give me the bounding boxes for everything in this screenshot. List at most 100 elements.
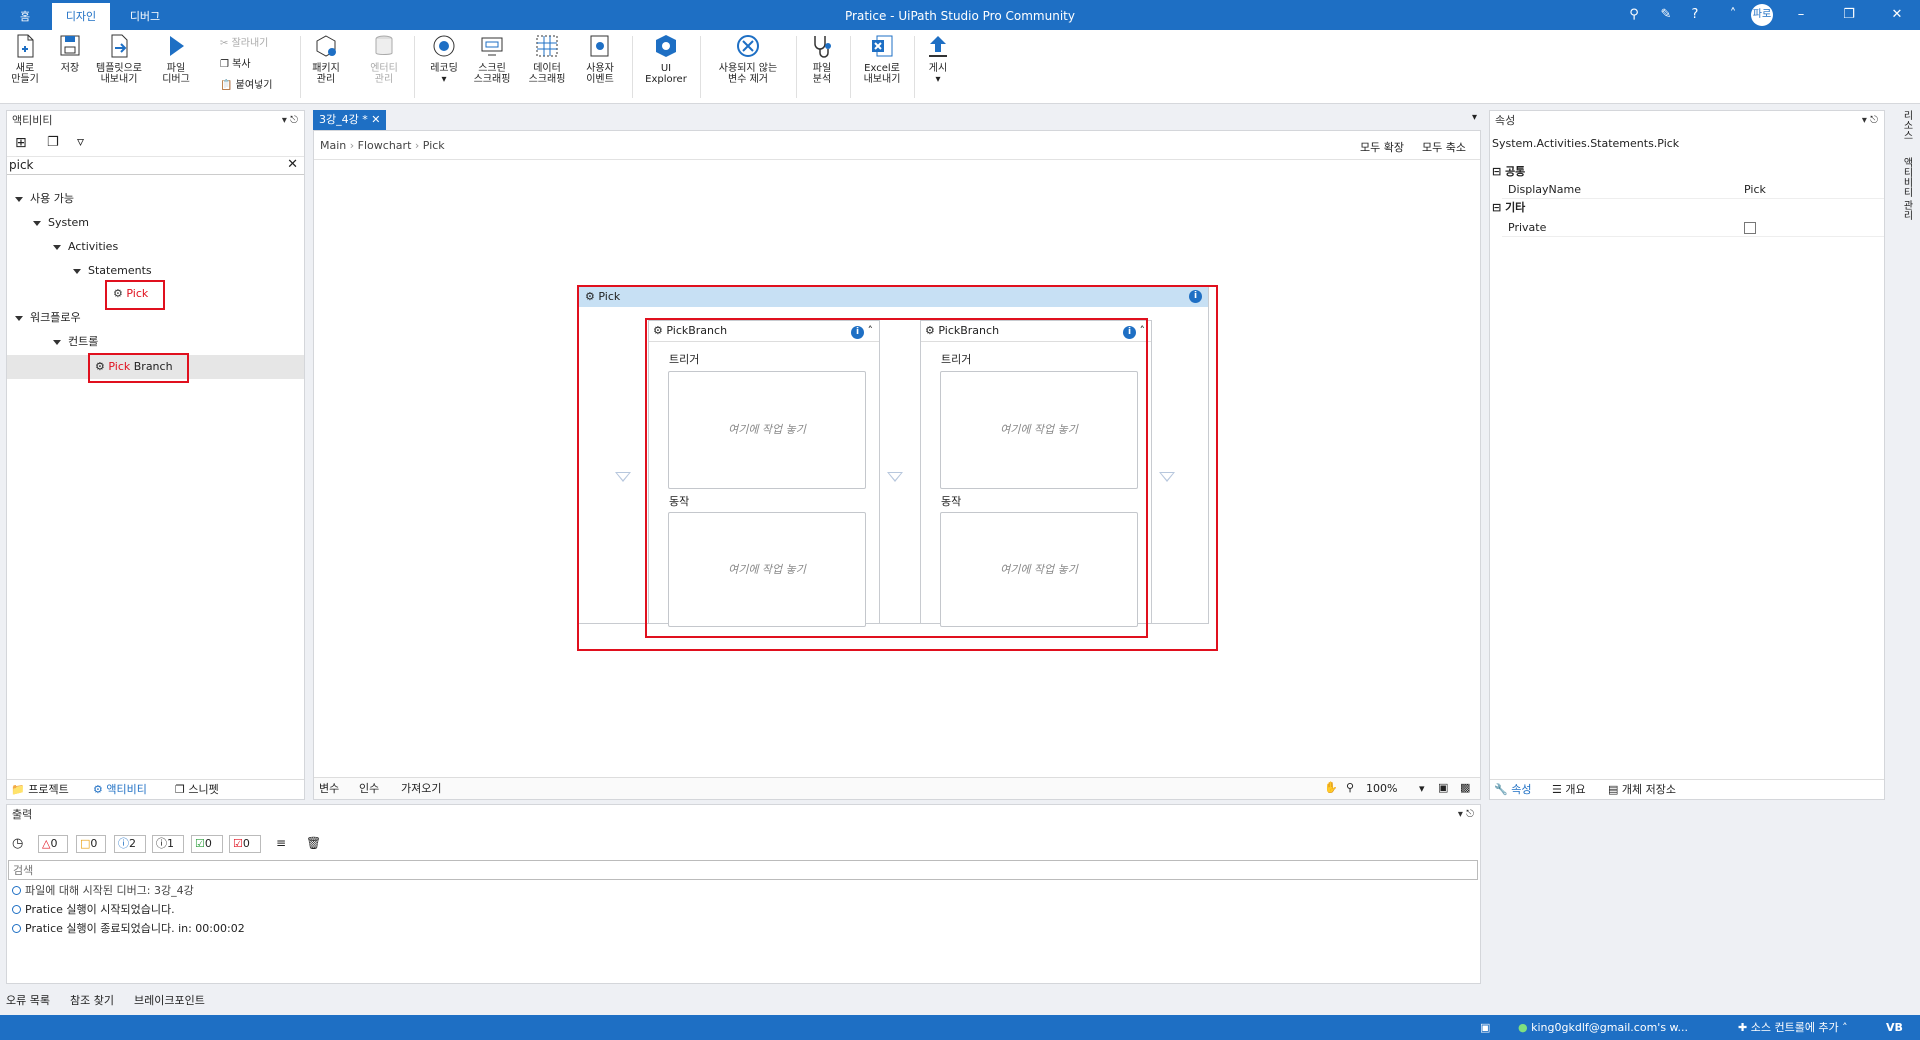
tab-variables[interactable]: 변수	[319, 781, 339, 797]
cut-button[interactable]: ✂ 잘라내기	[220, 35, 268, 53]
screen-scraping-button[interactable]: 스크린 스크래핑	[470, 33, 514, 85]
tab-activities[interactable]: ⚙ 액티비티	[93, 782, 147, 798]
filter-errors[interactable]: △0	[38, 835, 68, 853]
tree-control[interactable]: 컨트롤	[53, 334, 98, 350]
trash-icon[interactable]: 🗑	[306, 836, 321, 850]
manage-entities-button[interactable]: 엔터티 관리	[364, 33, 404, 85]
record-icon	[433, 35, 455, 57]
tab-project[interactable]: 📁 프로젝트	[11, 782, 69, 798]
activities-panel-title: 액티비티	[12, 114, 53, 127]
breadcrumb-pick[interactable]: Pick	[423, 139, 445, 152]
pin-icon[interactable]: ▾ ⎋	[1458, 805, 1474, 825]
user-events-button[interactable]: 사용자 이벤트	[578, 33, 622, 85]
close-icon[interactable]: ✕	[1888, 6, 1906, 24]
designer-bottom-bar: 변수 인수 가져오기 ✋ ⚲ 100% ▾ ▣ ▩	[314, 777, 1480, 799]
tab-breakpoints[interactable]: 브레이크포인트	[134, 993, 205, 1009]
feedback-icon[interactable]: ✎	[1657, 6, 1675, 24]
output-search-input[interactable]	[8, 860, 1478, 880]
tree-activities[interactable]: Activities	[53, 239, 118, 255]
paste-button[interactable]: 📋 붙여넣기	[220, 77, 272, 95]
zoom-select[interactable]: 100% ▾	[1366, 781, 1436, 797]
new-button[interactable]: 새로 만들기	[6, 33, 44, 85]
activities-search[interactable]: pick ✕	[7, 157, 304, 175]
package-icon	[316, 35, 336, 57]
data-scraping-button[interactable]: 데이터 스크래핑	[524, 33, 570, 85]
account-label: king0gkdlf@gmail.com's w...	[1531, 1021, 1689, 1034]
help-icon[interactable]: ?	[1686, 6, 1704, 24]
home-tab[interactable]: 홈	[8, 3, 42, 30]
publish-button[interactable]: 게시 ▾	[920, 33, 956, 85]
breadcrumb-main[interactable]: Main	[320, 139, 346, 152]
tree-statements[interactable]: Statements	[73, 263, 152, 279]
category-misc[interactable]: ⊟ 기타	[1490, 199, 1884, 217]
restore-icon[interactable]: ❐	[1840, 6, 1858, 24]
overview-icon[interactable]: ▩	[1460, 780, 1470, 796]
tab-snippets[interactable]: ❐ 스니펫	[175, 782, 219, 798]
filter-icon[interactable]: ▿	[77, 134, 84, 150]
bottom-tool-tabs: 오류 목록 참조 찾기 브레이크포인트	[6, 990, 306, 1012]
side-tab-resources[interactable]: 리소스	[1901, 110, 1912, 140]
pick-highlight-box	[105, 280, 165, 310]
tree-workflow[interactable]: 워크플로우	[15, 310, 81, 326]
chevron-up-icon[interactable]: ˄	[1724, 6, 1742, 24]
remove-unused-button[interactable]: 사용되지 않는 변수 제거	[708, 33, 788, 85]
clock-icon[interactable]: ◷	[12, 836, 23, 851]
debug-file-button[interactable]: 파일 디버그	[154, 33, 198, 85]
tree-system[interactable]: System	[33, 215, 89, 231]
tab-imports[interactable]: 가져오기	[401, 781, 441, 797]
tab-dropdown-icon[interactable]: ▾	[1472, 112, 1477, 123]
tab-properties[interactable]: 🔧 속성	[1494, 782, 1531, 798]
tab-find-references[interactable]: 참조 찾기	[70, 993, 114, 1009]
document-tab[interactable]: 3강_4강 * ✕	[313, 110, 387, 130]
tab-outline[interactable]: ☰ 개요	[1552, 782, 1586, 798]
log-info-icon	[12, 886, 21, 895]
account-status[interactable]: ● king0gkdlf@gmail.com's w...	[1518, 1015, 1688, 1040]
analyze-file-button[interactable]: 파일 분석	[802, 33, 842, 85]
copy-button[interactable]: ❐ 복사	[220, 56, 251, 74]
save-button[interactable]: 저장	[52, 33, 88, 74]
zoom-search-icon[interactable]: ⚲	[1346, 780, 1354, 796]
fit-screen-icon[interactable]: ▣	[1438, 780, 1448, 796]
breadcrumb-flowchart[interactable]: Flowchart	[358, 139, 412, 152]
private-checkbox[interactable]	[1744, 222, 1756, 234]
search-icon[interactable]: ⚲	[1625, 6, 1643, 24]
source-control-button[interactable]: ✚ 소스 컨트롤에 추가 ˄	[1738, 1015, 1848, 1040]
side-tab-activity-manage[interactable]: 액티비티 관리	[1901, 157, 1912, 220]
tree-system-label: System	[48, 216, 90, 229]
minimize-icon[interactable]: –	[1792, 6, 1810, 24]
wrap-icon[interactable]: ≡	[276, 836, 286, 850]
collapse-all-icon[interactable]: ❐	[47, 135, 59, 150]
pin-icon[interactable]: ▾ ⎋	[1862, 111, 1878, 131]
tab-design[interactable]: 디자인	[52, 3, 110, 30]
ui-explorer-button[interactable]: UI Explorer	[642, 33, 690, 85]
orchestrator-icon[interactable]: ▣	[1480, 1015, 1490, 1040]
hand-icon[interactable]: ✋	[1324, 780, 1338, 796]
export-excel-button[interactable]: Excel로 내보내기	[858, 33, 906, 85]
filter-fail[interactable]: ☑0	[229, 835, 261, 853]
expand-all-button[interactable]: 모두 확장	[1360, 139, 1404, 155]
pin-icon[interactable]: ▾ ⎋	[282, 111, 298, 131]
recording-button[interactable]: 레코딩 ▾	[424, 33, 464, 85]
export-template-button[interactable]: 템플릿으로 내보내기	[90, 33, 148, 85]
expand-all-icon[interactable]: ⊞	[15, 135, 27, 151]
close-tab-icon[interactable]: ✕	[371, 113, 380, 126]
ribbon-separator	[300, 36, 301, 98]
tab-error-list[interactable]: 오류 목록	[6, 993, 50, 1009]
user-avatar[interactable]: 파로	[1751, 4, 1773, 26]
category-common[interactable]: ⊟ 공통	[1490, 163, 1884, 181]
filter-info[interactable]: ⓘ2	[114, 835, 146, 853]
filter-warnings[interactable]: □0	[76, 835, 106, 853]
copy-label: 복사	[232, 59, 251, 70]
tab-arguments[interactable]: 인수	[359, 781, 379, 797]
clear-search-icon[interactable]: ✕	[287, 157, 298, 172]
tab-debug[interactable]: 디버그	[116, 3, 174, 30]
filter-success[interactable]: ☑0	[191, 835, 223, 853]
manage-packages-button[interactable]: 패키지 관리	[306, 33, 346, 85]
activities-search-input[interactable]: pick	[9, 158, 34, 172]
tree-available[interactable]: 사용 가능	[15, 191, 74, 207]
collapse-all-button[interactable]: 모두 축소	[1422, 139, 1466, 155]
displayname-input[interactable]: Pick	[1744, 181, 1766, 199]
cut-icon: ✂	[220, 38, 229, 49]
filter-trace[interactable]: ⓘ1	[152, 835, 184, 853]
tab-object-repository[interactable]: ▤ 개체 저장소	[1608, 782, 1676, 798]
